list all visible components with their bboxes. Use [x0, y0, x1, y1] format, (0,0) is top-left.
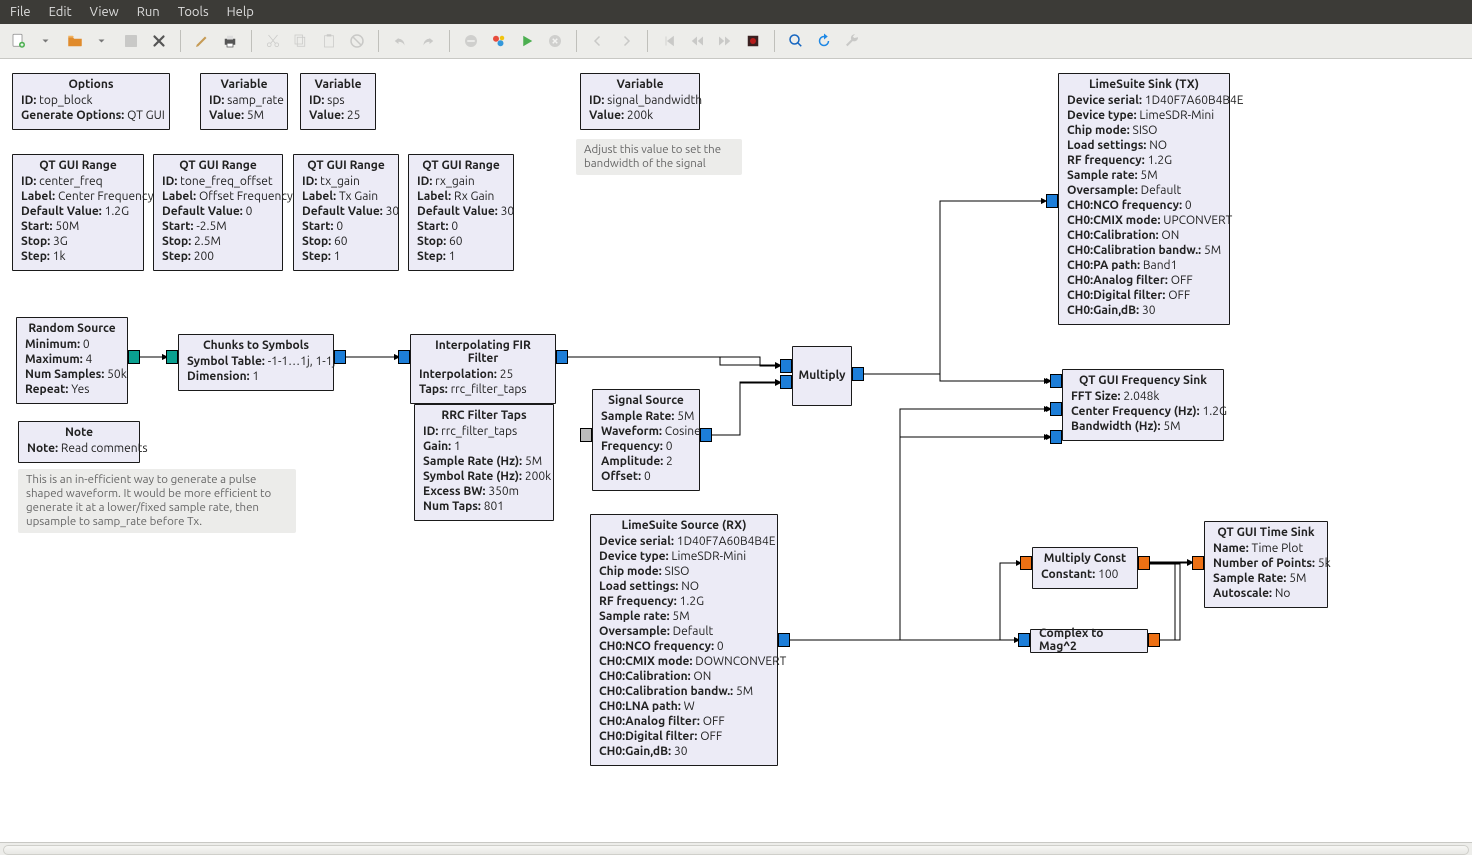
port-out[interactable] — [128, 350, 140, 364]
record-icon[interactable] — [740, 28, 766, 54]
stop-circle-icon — [542, 28, 568, 54]
run-play-icon[interactable] — [514, 28, 540, 54]
block-title: Options — [21, 78, 161, 91]
block-range-rx-gain[interactable]: QT GUI Range ID: rx_gain Label: Rx Gain … — [408, 154, 514, 271]
skip-back-icon — [656, 28, 682, 54]
debug-icon[interactable] — [486, 28, 512, 54]
port-out[interactable] — [334, 350, 346, 364]
open-dropdown-icon[interactable] — [90, 28, 116, 54]
block-range-center-freq[interactable]: QT GUI Range ID: center_freq Label: Cent… — [12, 154, 144, 271]
redo-icon — [415, 28, 441, 54]
menu-edit[interactable]: Edit — [49, 5, 72, 19]
delete-icon — [344, 28, 370, 54]
port-in[interactable] — [1018, 633, 1030, 647]
menu-view[interactable]: View — [90, 5, 119, 19]
port-in[interactable] — [1020, 556, 1032, 570]
block-complex-to-mag2[interactable]: Complex to Mag^2 — [1030, 629, 1148, 653]
menu-help[interactable]: Help — [227, 5, 254, 19]
horizontal-scrollbar[interactable] — [0, 842, 1472, 855]
port-out[interactable] — [700, 428, 712, 442]
port-in-2[interactable] — [1050, 430, 1062, 444]
block-range-tone-offset[interactable]: QT GUI Range ID: tone_freq_offset Label:… — [153, 154, 283, 271]
toolbar — [0, 24, 1472, 59]
port-in[interactable] — [166, 350, 178, 364]
menu-run[interactable]: Run — [137, 5, 160, 19]
port-out[interactable] — [1138, 556, 1150, 570]
new-file-icon[interactable] — [6, 28, 32, 54]
block-options[interactable]: Options ID: top_block Generate Options: … — [12, 73, 170, 130]
refresh-icon[interactable] — [811, 28, 837, 54]
port-in-0[interactable] — [780, 359, 792, 373]
port-in[interactable] — [1046, 194, 1058, 208]
block-variable-signal-bandwidth[interactable]: Variable ID: signal_bandwidth Value: 200… — [580, 73, 700, 130]
edit-icon[interactable] — [189, 28, 215, 54]
block-interpolating-fir[interactable]: Interpolating FIR Filter Interpolation: … — [410, 334, 556, 404]
paste-icon — [316, 28, 342, 54]
block-multiply[interactable]: Multiply — [792, 346, 852, 406]
forward-icon — [712, 28, 738, 54]
menu-tools[interactable]: Tools — [178, 5, 209, 19]
block-qt-freq-sink[interactable]: QT GUI Frequency Sink FFT Size: 2.048k C… — [1062, 369, 1224, 441]
block-limesuite-sink-tx[interactable]: LimeSuite Sink (TX) Device serial: 1D40F… — [1058, 73, 1230, 325]
menu-bar: File Edit View Run Tools Help — [0, 0, 1472, 24]
undo-icon — [387, 28, 413, 54]
block-rrc-filter-taps[interactable]: RRC Filter Taps ID: rrc_filter_taps Gain… — [414, 404, 554, 521]
new-dropdown-icon[interactable] — [34, 28, 60, 54]
port-out[interactable] — [1148, 633, 1160, 647]
copy-icon — [288, 28, 314, 54]
block-variable-sps[interactable]: Variable ID: sps Value: 25 — [300, 73, 376, 130]
block-multiply-const[interactable]: Multiply Const Constant: 100 — [1032, 547, 1138, 589]
port-in-0[interactable] — [1050, 374, 1062, 388]
block-range-tx-gain[interactable]: QT GUI Range ID: tx_gain Label: Tx Gain … — [293, 154, 399, 271]
wrench-icon — [839, 28, 865, 54]
flowgraph-canvas[interactable]: Options ID: top_block Generate Options: … — [0, 59, 1472, 842]
port-in[interactable] — [398, 350, 410, 364]
port-msg[interactable] — [580, 428, 592, 442]
port-out[interactable] — [852, 367, 864, 381]
port-in-1[interactable] — [1050, 402, 1062, 416]
block-variable-samp-rate[interactable]: Variable ID: samp_rate Value: 5M — [200, 73, 288, 130]
nav-prev-icon — [585, 28, 611, 54]
block-random-source[interactable]: Random Source Minimum: 0 Maximum: 4 Num … — [16, 317, 128, 404]
nav-next-icon — [613, 28, 639, 54]
comment-signal-bandwidth: Adjust this value to set the bandwidth o… — [576, 139, 742, 175]
block-limesuite-source-rx[interactable]: LimeSuite Source (RX) Device serial: 1D4… — [590, 514, 778, 766]
open-folder-icon[interactable] — [62, 28, 88, 54]
print-icon[interactable] — [217, 28, 243, 54]
block-qt-time-sink[interactable]: QT GUI Time Sink Name: Time Plot Number … — [1204, 521, 1328, 608]
cut-icon — [260, 28, 286, 54]
remove-icon — [458, 28, 484, 54]
port-in-1[interactable] — [780, 375, 792, 389]
zoom-icon[interactable] — [783, 28, 809, 54]
comment-note: This is an in-efficient way to generate … — [18, 469, 296, 533]
block-note[interactable]: Note Note: Read comments — [18, 421, 140, 463]
save-icon[interactable] — [118, 28, 144, 54]
port-out[interactable] — [778, 633, 790, 647]
block-signal-source[interactable]: Signal Source Sample Rate: 5M Waveform: … — [592, 389, 700, 491]
menu-file[interactable]: File — [10, 5, 31, 19]
block-chunks-to-symbols[interactable]: Chunks to Symbols Symbol Table: -1-1…1j,… — [178, 334, 334, 391]
rewind-icon — [684, 28, 710, 54]
close-icon[interactable] — [146, 28, 172, 54]
port-out[interactable] — [556, 350, 568, 364]
port-in[interactable] — [1192, 556, 1204, 570]
